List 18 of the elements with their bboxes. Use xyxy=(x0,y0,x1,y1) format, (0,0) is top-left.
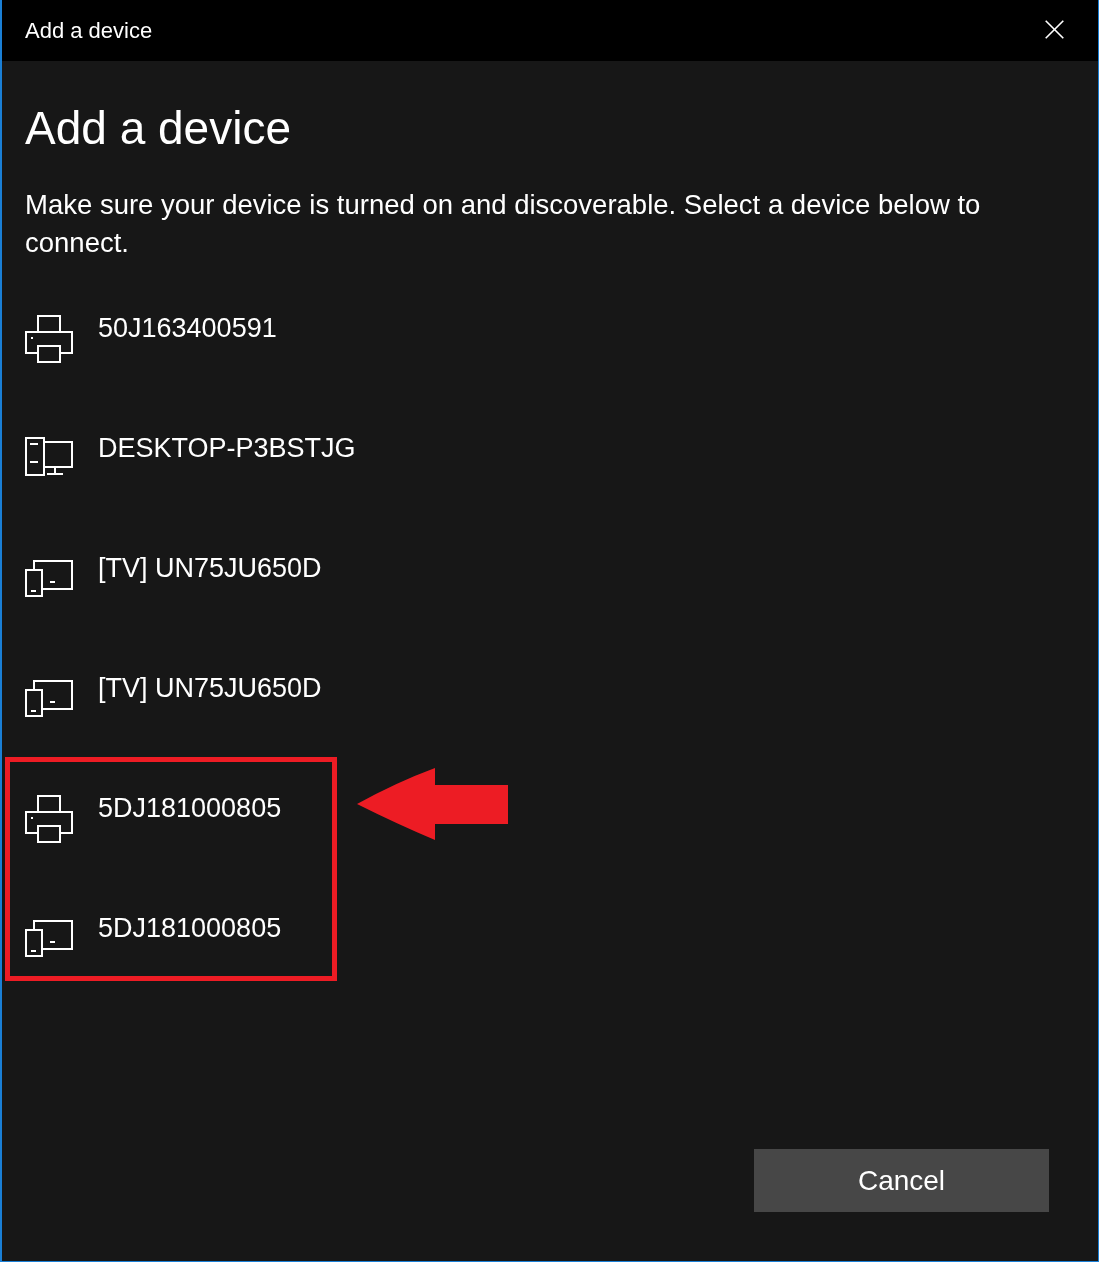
printer-icon xyxy=(25,795,73,843)
device-item[interactable]: 5DJ181000805 xyxy=(25,903,282,975)
monitor-phone-icon xyxy=(25,560,73,597)
window-title: Add a device xyxy=(25,17,153,45)
monitor-phone-icon xyxy=(25,920,73,957)
printer-icon xyxy=(25,315,73,363)
monitor-phone-icon xyxy=(25,680,73,717)
device-item[interactable]: 5DJ181000805 xyxy=(25,783,282,855)
cancel-button[interactable]: Cancel xyxy=(754,1149,1049,1212)
device-item[interactable]: [TV] UN75JU650D xyxy=(25,543,322,615)
device-item[interactable]: [TV] UN75JU650D xyxy=(25,663,322,735)
close-button[interactable] xyxy=(1045,20,1064,39)
close-icon xyxy=(1045,20,1064,39)
device-item[interactable]: 50J163400591 xyxy=(25,303,277,375)
dialog-heading: Add a device xyxy=(25,101,292,156)
instruction-text: Make sure your device is turned on and discoverable. Select a device below to connect. xyxy=(25,188,982,260)
device-item[interactable]: DESKTOP-P3BSTJG xyxy=(25,423,356,495)
desktop-computer-icon xyxy=(25,437,73,477)
